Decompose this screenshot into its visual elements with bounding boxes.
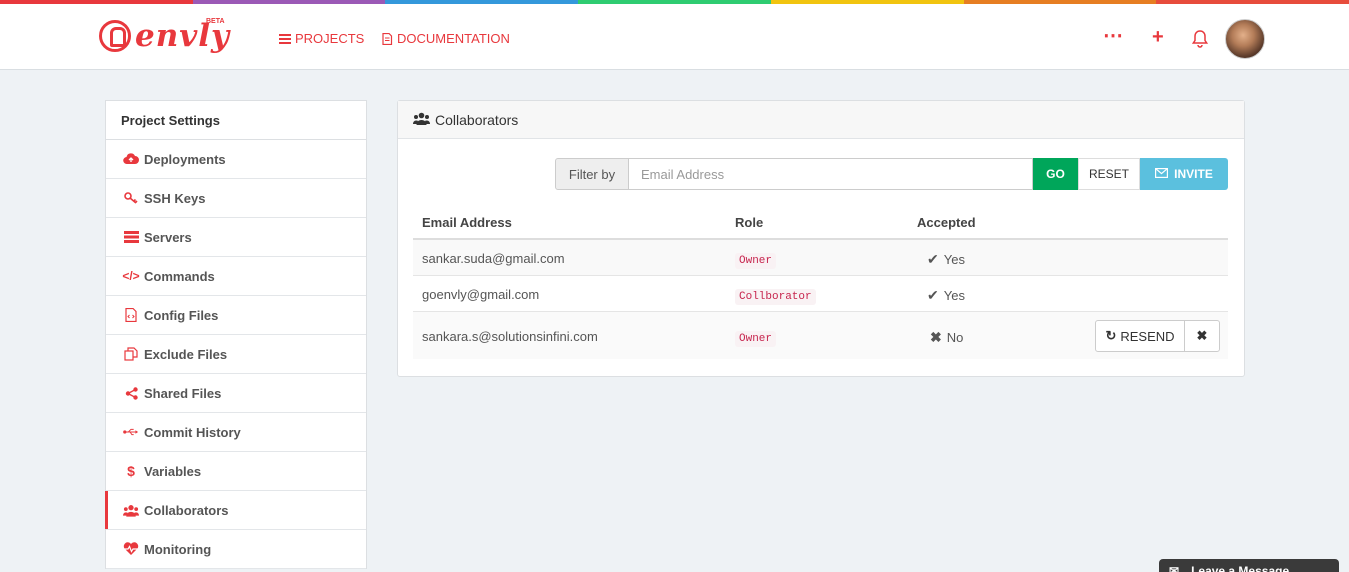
sidebar-item-label: Shared Files bbox=[144, 385, 222, 401]
sidebar-title: Project Settings bbox=[106, 101, 366, 140]
sidebar-item-label: Collaborators bbox=[144, 502, 229, 518]
filter-label: Filter by bbox=[555, 158, 629, 190]
sidebar-item-ssh-keys[interactable]: SSH Keys bbox=[106, 179, 366, 218]
table-row: sankara.s@solutionsinfini.com Owner ✖ No… bbox=[413, 312, 1228, 359]
close-icon: ✖ bbox=[1196, 328, 1208, 343]
sidebar-item-label: Variables bbox=[144, 463, 202, 479]
check-icon: ✔ bbox=[927, 251, 939, 267]
ellipsis-icon[interactable]: ⋯ bbox=[1103, 26, 1123, 46]
invite-label: INVITE bbox=[1174, 167, 1213, 181]
bell-icon[interactable] bbox=[1191, 30, 1209, 52]
beta-badge: BETA bbox=[206, 18, 225, 25]
accepted-status: ✔ Yes bbox=[927, 287, 965, 304]
role-label: Owner bbox=[735, 253, 777, 269]
files-icon bbox=[123, 347, 139, 361]
nav-projects-label: PROJECTS bbox=[295, 31, 365, 46]
collaborators-table: Email Address Role Accepted sankar.suda@… bbox=[413, 207, 1228, 359]
rocket-icon bbox=[99, 20, 131, 52]
table-row: sankar.suda@gmail.com Owner ✔ Yes bbox=[413, 240, 1228, 276]
dollar-icon: $ bbox=[127, 463, 135, 479]
plus-icon[interactable]: + bbox=[1152, 27, 1164, 47]
column-header-role: Role bbox=[735, 215, 764, 230]
usb-icon bbox=[123, 425, 139, 439]
envelope-icon: ✉ bbox=[1169, 564, 1180, 572]
table-row: goenvly@gmail.com Collborator ✔ Yes bbox=[413, 276, 1228, 312]
column-header-email: Email Address bbox=[422, 215, 512, 230]
brand-logo[interactable]: envly BETA bbox=[99, 18, 230, 52]
reset-button[interactable]: RESET bbox=[1078, 158, 1140, 190]
top-navbar: envly BETA PROJECTS DOCUMENTATION ⋯ + bbox=[0, 4, 1349, 70]
server-icon bbox=[123, 230, 139, 244]
row-email: sankar.suda@gmail.com bbox=[422, 251, 565, 266]
resend-label: RESEND bbox=[1120, 328, 1175, 344]
envelope-icon bbox=[1155, 167, 1169, 181]
sidebar-item-config-files[interactable]: Config Files bbox=[106, 296, 366, 335]
leave-message-widget[interactable]: ✉ Leave a Message bbox=[1159, 559, 1339, 572]
users-icon bbox=[413, 112, 430, 128]
accepted-label: No bbox=[946, 330, 964, 345]
resend-button[interactable]: ↻ RESEND bbox=[1095, 320, 1185, 352]
role-badge: Owner bbox=[735, 251, 777, 269]
sidebar-item-variables[interactable]: $ Variables bbox=[106, 452, 366, 491]
table-header: Email Address Role Accepted bbox=[413, 207, 1228, 240]
accepted-status: ✖ No bbox=[930, 329, 963, 346]
refresh-icon: ↻ bbox=[1105, 328, 1117, 343]
key-icon bbox=[123, 191, 139, 205]
list-icon bbox=[279, 33, 291, 44]
sidebar-item-exclude-files[interactable]: Exclude Files bbox=[106, 335, 366, 374]
go-button[interactable]: GO bbox=[1033, 158, 1078, 190]
project-settings-sidebar: Project Settings Deployments SSH Keys Se… bbox=[105, 100, 367, 569]
role-badge: Owner bbox=[735, 329, 777, 347]
email-filter-input[interactable] bbox=[629, 158, 1033, 190]
check-icon: ✔ bbox=[927, 287, 939, 303]
times-icon: ✖ bbox=[930, 329, 942, 345]
chat-label: Leave a Message bbox=[1191, 564, 1290, 572]
code-icon: </> bbox=[122, 269, 140, 283]
sidebar-item-label: Commit History bbox=[144, 424, 241, 440]
accepted-status: ✔ Yes bbox=[927, 251, 965, 268]
cloud-upload-icon bbox=[123, 152, 139, 166]
accepted-label: Yes bbox=[943, 252, 965, 267]
sidebar-item-label: Deployments bbox=[144, 151, 226, 167]
sidebar-item-commands[interactable]: </> Commands bbox=[106, 257, 366, 296]
invite-button[interactable]: INVITE bbox=[1140, 158, 1228, 190]
sidebar-item-collaborators[interactable]: Collaborators bbox=[105, 491, 366, 530]
role-label: Collborator bbox=[735, 289, 816, 305]
role-badge: Collborator bbox=[735, 287, 816, 305]
sidebar-item-commit-history[interactable]: Commit History bbox=[106, 413, 366, 452]
role-label: Owner bbox=[735, 331, 777, 347]
filter-bar: Filter by GO RESET INVITE bbox=[555, 158, 1228, 190]
sidebar-item-label: SSH Keys bbox=[144, 190, 206, 206]
sidebar-item-shared-files[interactable]: Shared Files bbox=[106, 374, 366, 413]
users-icon bbox=[123, 503, 139, 517]
sidebar-item-monitoring[interactable]: Monitoring bbox=[106, 530, 366, 569]
file-code-icon bbox=[123, 308, 139, 322]
heartbeat-icon bbox=[123, 542, 139, 556]
share-icon bbox=[123, 386, 139, 400]
sidebar-item-label: Config Files bbox=[144, 307, 219, 323]
panel-header: Collaborators bbox=[398, 101, 1244, 139]
remove-collaborator-button[interactable]: ✖ bbox=[1184, 320, 1220, 352]
sidebar-item-deployments[interactable]: Deployments bbox=[106, 140, 366, 179]
panel-title: Collaborators bbox=[435, 111, 519, 128]
accepted-label: Yes bbox=[943, 288, 965, 303]
sidebar-item-label: Commands bbox=[144, 268, 215, 284]
file-icon bbox=[382, 32, 393, 45]
row-email: sankara.s@solutionsinfini.com bbox=[422, 329, 598, 344]
sidebar-item-servers[interactable]: Servers bbox=[106, 218, 366, 257]
column-header-accepted: Accepted bbox=[917, 215, 976, 230]
sidebar-item-label: Monitoring bbox=[144, 541, 212, 557]
sidebar-item-label: Exclude Files bbox=[144, 346, 228, 362]
sidebar-item-label: Servers bbox=[144, 229, 192, 245]
avatar[interactable] bbox=[1225, 19, 1265, 59]
nav-documentation-label: DOCUMENTATION bbox=[397, 31, 510, 46]
nav-projects[interactable]: PROJECTS bbox=[279, 31, 364, 46]
nav-documentation[interactable]: DOCUMENTATION bbox=[381, 31, 510, 46]
collaborators-panel: Collaborators Filter by GO RESET INVITE … bbox=[397, 100, 1245, 377]
row-email: goenvly@gmail.com bbox=[422, 287, 540, 302]
